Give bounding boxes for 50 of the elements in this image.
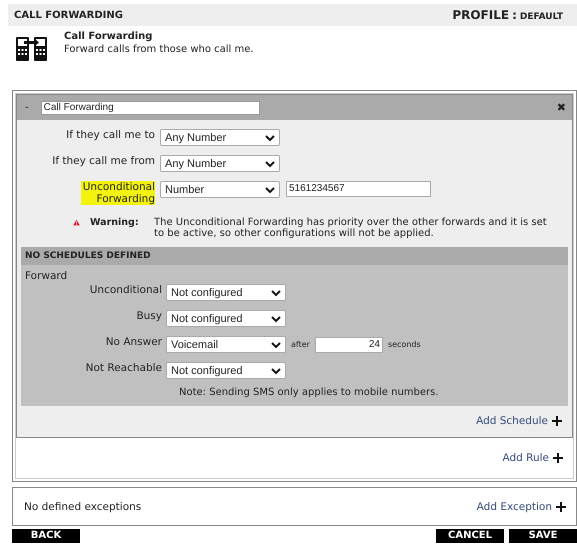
field-label: Busy — [136, 310, 162, 324]
dropdown-field[interactable]: Any Number — [160, 129, 280, 146]
chevron-icon — [271, 340, 281, 348]
section-title: Call Forwarding — [64, 31, 154, 42]
chevron-icon — [271, 288, 281, 296]
field-label: Unconditional — [90, 284, 162, 298]
profile-separator: : — [512, 8, 517, 22]
section-label: Forward — [25, 270, 68, 282]
chevron-icon — [265, 160, 275, 168]
warning-label: Warning: — [90, 217, 140, 228]
add-rule-link[interactable]: Add Rule — [502, 452, 549, 464]
plus-icon — [556, 502, 566, 512]
dropdown-field[interactable]: Not configured — [166, 284, 286, 301]
phone-number-field[interactable]: 5161234567 — [286, 181, 431, 197]
close-button[interactable]: ✖ — [556, 101, 566, 114]
field-label: If they call me from — [52, 155, 155, 167]
dropdown-field[interactable]: Not configured — [166, 362, 286, 379]
add-exception-link[interactable]: Add Exception — [476, 500, 552, 512]
warning-icon — [73, 217, 80, 228]
field-label: Unconditional Forwarding — [81, 181, 155, 205]
add-schedule-link[interactable]: Add Schedule — [476, 415, 548, 427]
section-description: Forward calls from those who call me. — [64, 44, 254, 55]
dropdown-field[interactable]: Number — [160, 181, 280, 198]
cancel-button[interactable]: CANCEL — [436, 529, 504, 543]
rule-name-field[interactable]: Call Forwarding — [40, 100, 260, 114]
dropdown-field[interactable]: Any Number — [160, 155, 280, 172]
collapse-toggle[interactable]: - — [25, 102, 29, 113]
unit-label: seconds — [388, 340, 421, 349]
field-label: If they call me to — [66, 129, 155, 141]
dropdown-field[interactable]: Not configured — [166, 310, 286, 327]
plus-icon — [552, 416, 562, 426]
exceptions-text: No defined exceptions — [24, 500, 142, 512]
warning-message: The Unconditional Forwarding has priority over the other forwards and it is set to be active, so other configurations will not be applied. — [154, 217, 548, 239]
chevron-icon — [265, 186, 275, 194]
save-button[interactable]: SAVE — [509, 529, 577, 543]
chevron-icon — [271, 314, 281, 322]
field-label: No Answer — [106, 336, 162, 350]
profile-value: DEFAULT — [520, 12, 563, 22]
back-button[interactable]: BACK — [12, 529, 80, 543]
chevron-icon — [271, 366, 281, 374]
chevron-icon — [265, 134, 275, 142]
after-label: after — [291, 340, 310, 349]
profile-label: PROFILE — [452, 8, 510, 22]
note-text: Note: Sending SMS only applies to mobile numbers. — [179, 387, 439, 398]
field-label: Not Reachable — [86, 362, 162, 376]
dropdown-field[interactable]: Voicemail — [166, 336, 286, 353]
schedule-title: NO SCHEDULES DEFINED — [25, 251, 151, 261]
plus-icon — [553, 453, 563, 463]
seconds-field[interactable]: 24 — [314, 336, 383, 352]
page-title: CALL FORWARDING — [14, 10, 123, 20]
